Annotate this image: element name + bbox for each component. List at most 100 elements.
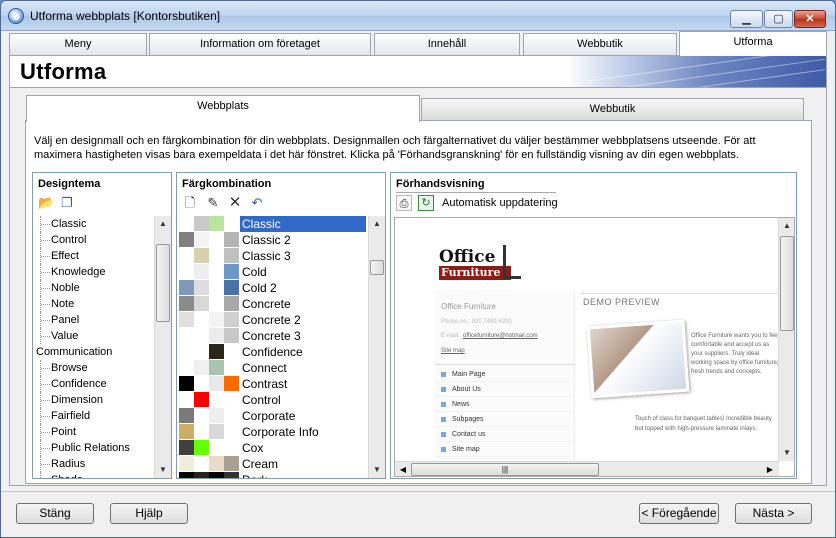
maximize-button[interactable]: ▢ xyxy=(764,10,793,28)
tab-webbutik[interactable]: Webbutik xyxy=(523,33,677,55)
close-window-button[interactable]: ✕ xyxy=(794,10,826,28)
preview-hscroll[interactable]: ◀ ||| ▶ xyxy=(395,461,779,476)
tree-item[interactable]: Communication xyxy=(34,344,155,360)
site-body-text-1: Office Furniture wants you to feel comfo… xyxy=(691,333,779,375)
refresh-icon[interactable]: ↻ xyxy=(418,195,434,211)
scroll-thumb[interactable] xyxy=(780,236,794,331)
color-swatch xyxy=(179,472,194,478)
scroll-left-icon[interactable]: ◀ xyxy=(395,462,411,476)
chair-icon xyxy=(503,245,521,279)
color-swatch xyxy=(179,424,194,439)
site-email-label: E-mail: xyxy=(441,333,460,339)
preview-page-icon[interactable]: ⎙ xyxy=(396,195,412,211)
color-swatch xyxy=(224,296,239,311)
tree-item[interactable]: Effect xyxy=(34,248,155,264)
color-swatch xyxy=(194,216,209,231)
previous-button[interactable]: < Föregående xyxy=(639,503,719,524)
color-swatch xyxy=(194,328,209,343)
color-scheme-label: Control xyxy=(242,393,281,407)
color-scheme-item[interactable]: Cox xyxy=(178,440,368,456)
preview-vscroll[interactable]: ▲ ▼ xyxy=(778,218,794,461)
tree-item[interactable]: Shade xyxy=(34,472,155,478)
color-scheme-list[interactable]: Classic Classic 2 Classic 3 Cold Cold 2 Concr… xyxy=(178,216,368,478)
tree-item[interactable]: Point xyxy=(34,424,155,440)
undo-icon[interactable]: ↶ xyxy=(249,195,265,211)
auto-update-label[interactable]: Automatisk uppdatering xyxy=(442,197,558,209)
design-scrollbar[interactable]: ▲ ▼ xyxy=(154,216,171,478)
tree-item-label: Classic xyxy=(51,218,87,230)
scroll-thumb[interactable]: ||| xyxy=(411,463,599,476)
tree-item[interactable]: Public Relations xyxy=(34,440,155,456)
color-swatch xyxy=(224,408,239,423)
tree-item[interactable]: Note xyxy=(34,296,155,312)
tree-item[interactable]: Fairfield xyxy=(34,408,155,424)
color-scheme-label: Cold 2 xyxy=(242,281,277,295)
design-tree[interactable]: Classic Control Effect Knowledge Noble Note Pa… xyxy=(34,216,155,478)
tree-item[interactable]: Knowledge xyxy=(34,264,155,280)
color-scheme-item[interactable]: Cream xyxy=(178,456,368,472)
new-icon[interactable]: 🗋 xyxy=(182,195,198,211)
color-scheme-item[interactable]: Classic 3 xyxy=(178,248,368,264)
help-button[interactable]: Hjälp xyxy=(110,503,188,524)
color-scheme-item[interactable]: Concrete 3 xyxy=(178,328,368,344)
color-scheme-label: Concrete 2 xyxy=(242,313,301,327)
color-swatch xyxy=(224,424,239,439)
next-button[interactable]: Nästa > xyxy=(735,503,812,524)
open-folder-icon[interactable]: 📂 xyxy=(38,195,54,211)
color-scheme-item[interactable]: Contrast xyxy=(178,376,368,392)
color-scheme-item[interactable]: Corporate Info xyxy=(178,424,368,440)
tree-item[interactable]: Dimension xyxy=(34,392,155,408)
color-swatch xyxy=(224,392,239,407)
design-theme-title: Designtema xyxy=(38,178,101,190)
edit-icon[interactable]: ✎ xyxy=(205,195,221,211)
color-swatch xyxy=(194,440,209,455)
tree-item[interactable]: Radius xyxy=(34,456,155,472)
color-scheme-item[interactable]: Classic 2 xyxy=(178,232,368,248)
color-scheme-item[interactable]: Confidence xyxy=(178,344,368,360)
tree-item[interactable]: Panel xyxy=(34,312,155,328)
color-scrollbar[interactable]: ▲ ▼ xyxy=(368,216,385,478)
tab-information[interactable]: Information om företaget xyxy=(149,33,371,55)
copy-icon[interactable]: ❐ xyxy=(59,195,75,211)
scroll-right-icon[interactable]: ▶ xyxy=(762,462,778,476)
tree-item[interactable]: Noble xyxy=(34,280,155,296)
color-scheme-item[interactable]: Corporate xyxy=(178,408,368,424)
delete-icon[interactable]: ✕ xyxy=(227,195,243,211)
color-scheme-item[interactable]: Classic xyxy=(178,216,368,232)
tab-utforma[interactable]: Utforma xyxy=(679,31,827,56)
scroll-down-icon[interactable]: ▼ xyxy=(369,462,385,478)
color-scheme-item[interactable]: Cold 2 xyxy=(178,280,368,296)
color-scheme-item[interactable]: Cold xyxy=(178,264,368,280)
tree-item[interactable]: Browse xyxy=(34,360,155,376)
logo-text-2: Furniture xyxy=(439,266,511,280)
color-swatch xyxy=(179,440,194,455)
tree-item-label: Control xyxy=(51,234,87,246)
color-scheme-item[interactable]: Concrete 2 xyxy=(178,312,368,328)
title-bar[interactable]: ◉ Utforma webbplats [Kontorsbutiken] ▁ ▢… xyxy=(1,1,835,31)
tree-item[interactable]: Control xyxy=(34,232,155,248)
tree-item[interactable]: Value xyxy=(34,328,155,344)
tab-innehall[interactable]: Innehåll xyxy=(374,33,520,55)
scroll-down-icon[interactable]: ▼ xyxy=(155,462,171,478)
color-scheme-item[interactable]: Control xyxy=(178,392,368,408)
nav-item: Subpages xyxy=(435,413,570,427)
color-scheme-item[interactable]: Concrete xyxy=(178,296,368,312)
color-scheme-item[interactable]: Dark xyxy=(178,472,368,478)
tree-item[interactable]: Confidence xyxy=(34,376,155,392)
tree-item-label: Radius xyxy=(51,458,86,470)
tab-webbplats[interactable]: Webbplats xyxy=(26,95,420,122)
color-scheme-item[interactable]: Connect xyxy=(178,360,368,376)
scroll-thumb[interactable] xyxy=(156,244,170,322)
scroll-up-icon[interactable]: ▲ xyxy=(369,216,385,232)
demo-preview-label: DEMO PREVIEW xyxy=(583,297,661,307)
nav-item: Site map xyxy=(435,443,570,457)
tree-item[interactable]: Classic xyxy=(34,216,155,232)
scroll-thumb[interactable] xyxy=(370,260,384,275)
tab-meny[interactable]: Meny xyxy=(9,33,147,55)
tab-inner-webbutik[interactable]: Webbutik xyxy=(421,98,804,120)
color-swatch xyxy=(194,408,209,423)
close-button[interactable]: Stäng xyxy=(16,503,94,524)
scroll-up-icon[interactable]: ▲ xyxy=(155,216,171,232)
tree-item-label: Noble xyxy=(51,282,80,294)
minimize-button[interactable]: ▁ xyxy=(730,10,763,28)
